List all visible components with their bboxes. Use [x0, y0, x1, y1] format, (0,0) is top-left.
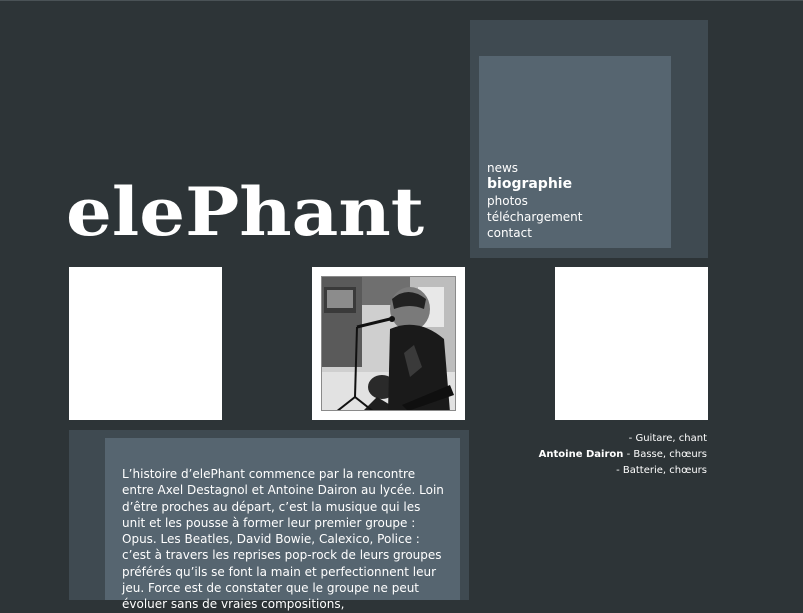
- photo-guitarist-mic-image: [322, 277, 455, 410]
- nav-item-telechargement[interactable]: téléchargement: [487, 209, 582, 225]
- main-nav: news biographie photos téléchargement co…: [487, 160, 582, 241]
- nav-item-news[interactable]: news: [487, 160, 582, 176]
- logo-text: elePhant: [66, 173, 425, 251]
- member-role: - Basse, chœurs: [623, 449, 707, 460]
- member-role: - Batterie, chœurs: [616, 465, 707, 476]
- band-logo[interactable]: elePhant: [66, 165, 431, 265]
- band-photo: [321, 276, 456, 411]
- member-row: Antoine Dairon - Basse, chœurs: [539, 447, 707, 463]
- band-members: - Guitare, chant Antoine Dairon - Basse,…: [539, 431, 707, 479]
- thumbnail-left[interactable]: [69, 267, 222, 420]
- member-name: Antoine Dairon: [538, 449, 624, 460]
- thumbnail-center[interactable]: [312, 267, 465, 420]
- member-row: - Batterie, chœurs: [539, 463, 707, 479]
- member-role: - Guitare, chant: [628, 433, 707, 444]
- biography-text: L’histoire d’elePhant commence par la re…: [122, 467, 444, 612]
- nav-item-photos[interactable]: photos: [487, 193, 582, 209]
- nav-item-biographie[interactable]: biographie: [487, 176, 582, 193]
- member-row: - Guitare, chant: [539, 431, 707, 447]
- nav-item-contact[interactable]: contact: [487, 225, 582, 241]
- thumbnail-right[interactable]: [555, 267, 708, 420]
- top-border-line: [0, 0, 803, 1]
